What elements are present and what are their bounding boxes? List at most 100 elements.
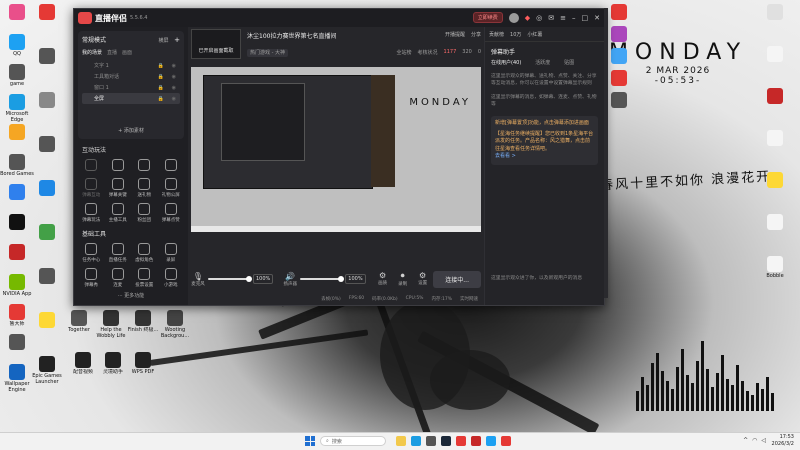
header-button[interactable]: 分享 bbox=[471, 31, 481, 38]
desktop-icon[interactable]: Wooting Backgrou... bbox=[158, 310, 192, 339]
desktop-icon[interactable] bbox=[30, 4, 64, 33]
header-button[interactable]: 开播提醒 bbox=[445, 31, 465, 38]
mic-volume-slider[interactable] bbox=[208, 276, 252, 282]
stream-stat[interactable]: 1177 bbox=[444, 49, 457, 56]
desktop-icon[interactable]: Epic Games Launcher bbox=[30, 356, 64, 385]
lock-icon[interactable]: 🔒 bbox=[158, 85, 164, 91]
desktop-icon[interactable] bbox=[0, 4, 34, 33]
minimize-icon[interactable]: – bbox=[572, 14, 576, 22]
stream-preview[interactable]: MONDAY bbox=[191, 67, 481, 232]
right-top-tab[interactable]: 10万 bbox=[510, 31, 521, 38]
desktop-icon[interactable] bbox=[0, 244, 34, 273]
control-settings[interactable]: ⚙ 设置 bbox=[416, 271, 430, 287]
desktop-icon[interactable]: game bbox=[0, 64, 34, 93]
eye-icon[interactable]: ◉ bbox=[172, 96, 176, 102]
scene-item[interactable]: 全屏 🔒 ◉ bbox=[82, 93, 180, 104]
desktop-icon[interactable] bbox=[30, 180, 64, 209]
connect-button[interactable]: 连接中... bbox=[433, 270, 481, 288]
tool-button[interactable] bbox=[131, 157, 158, 173]
stream-stat[interactable]: 考核状况 bbox=[418, 49, 438, 56]
volume-icon[interactable]: ◁ bbox=[761, 437, 766, 444]
tool-button[interactable]: 弹幕点赞 bbox=[158, 201, 185, 223]
stream-stat[interactable]: 320 bbox=[462, 49, 472, 56]
mic-percent[interactable]: 100% bbox=[253, 274, 274, 284]
control-quality[interactable]: ⚙ 画质 bbox=[376, 271, 390, 287]
tool-button[interactable] bbox=[78, 157, 105, 173]
mail-icon[interactable]: ✉ bbox=[548, 14, 554, 22]
right-top-tab[interactable]: 贡献榜 bbox=[489, 31, 504, 38]
close-icon[interactable]: ✕ bbox=[594, 14, 600, 22]
lock-icon[interactable]: 🔒 bbox=[158, 96, 164, 102]
desktop-icon[interactable] bbox=[758, 88, 792, 117]
qq-icon[interactable] bbox=[486, 436, 496, 446]
tool-button[interactable] bbox=[105, 157, 132, 173]
desktop-icon[interactable] bbox=[0, 334, 34, 363]
stream-title[interactable]: 沐尘100拉力赛世界第七名直播间 bbox=[247, 31, 336, 40]
tool-button[interactable]: 投票设置 bbox=[131, 266, 158, 288]
lock-icon[interactable]: 🔒 bbox=[158, 63, 164, 69]
tool-button[interactable]: 礼物公屏 bbox=[158, 176, 185, 198]
scene-item[interactable]: 文字 1 🔒 ◉ bbox=[82, 60, 180, 71]
desktop-icon[interactable] bbox=[30, 312, 64, 341]
desktop-icon[interactable]: Finish 终极... bbox=[126, 310, 160, 339]
scene-tab[interactable]: 直播 bbox=[107, 49, 117, 56]
desktop-icon[interactable]: Wallpaper Engine bbox=[0, 364, 34, 393]
tool-button[interactable]: 粉丝团 bbox=[131, 201, 158, 223]
file-explorer-icon[interactable] bbox=[396, 436, 406, 446]
eye-icon[interactable]: ◉ bbox=[172, 63, 176, 69]
mic-button[interactable]: 🎙 麦克风 bbox=[191, 272, 205, 287]
tool-button[interactable]: 弹幕关键 bbox=[105, 176, 132, 198]
tool-button[interactable]: 录屏 bbox=[158, 241, 185, 263]
wps-icon[interactable] bbox=[456, 436, 466, 446]
desktop-icon[interactable] bbox=[30, 268, 64, 297]
upgrade-button[interactable]: 立即续费 bbox=[472, 12, 503, 23]
speaker-button[interactable]: 🔊 扬声器 bbox=[283, 272, 298, 287]
desktop-icon[interactable]: 配音视频 bbox=[66, 352, 100, 381]
tool-button[interactable]: 任务中心 bbox=[78, 241, 105, 263]
desktop-icon[interactable] bbox=[0, 214, 34, 243]
speaker-slider-knob[interactable] bbox=[338, 276, 345, 282]
notice-link[interactable]: 去看看 > bbox=[495, 153, 594, 161]
desktop-icon[interactable]: WPS PDF bbox=[126, 352, 160, 381]
desktop-icon[interactable]: Together bbox=[62, 310, 96, 339]
gift-icon[interactable]: ◆ bbox=[525, 14, 530, 22]
desktop-icon[interactable]: Microsoft Edge bbox=[0, 94, 34, 123]
desktop-icon[interactable] bbox=[758, 46, 792, 75]
mic-slider-knob[interactable] bbox=[246, 276, 252, 282]
stream-cover[interactable]: 已开启画面截取 bbox=[191, 29, 241, 59]
scene-tab[interactable]: 我的场景 bbox=[82, 49, 102, 56]
steam-icon[interactable] bbox=[441, 436, 451, 446]
tool-button[interactable]: 主播工具 bbox=[105, 201, 132, 223]
desktop-icon[interactable] bbox=[30, 92, 64, 121]
edge-icon[interactable] bbox=[411, 436, 421, 446]
eye-icon[interactable]: ◉ bbox=[172, 85, 176, 91]
desktop-icon[interactable] bbox=[0, 184, 34, 213]
avatar[interactable] bbox=[508, 12, 519, 23]
eye-icon[interactable]: ◉ bbox=[172, 74, 176, 80]
desktop-icon[interactable]: NVIDIA App bbox=[0, 274, 34, 303]
stream-stat[interactable]: 全站榜 bbox=[397, 49, 412, 56]
scene-tab[interactable]: 画面 bbox=[122, 49, 132, 56]
wifi-icon[interactable]: ◠ bbox=[752, 437, 757, 444]
chevron-up-icon[interactable]: ^ bbox=[743, 437, 748, 444]
add-scene-button[interactable]: + bbox=[174, 36, 180, 44]
desktop-icon[interactable] bbox=[30, 136, 64, 165]
desktop-icon[interactable]: Bored Games bbox=[0, 154, 34, 183]
scene-item[interactable]: 窗口 1 🔒 ◉ bbox=[82, 82, 180, 93]
speaker-volume-slider[interactable] bbox=[300, 276, 345, 282]
desktop-icon[interactable] bbox=[758, 4, 792, 33]
tool-button[interactable]: 送礼物 bbox=[131, 176, 158, 198]
add-source-button[interactable]: + 添加素材 bbox=[78, 127, 184, 134]
lock-icon[interactable]: 🔒 bbox=[158, 74, 164, 80]
tool-button[interactable]: 小游戏 bbox=[158, 266, 185, 288]
menu-icon[interactable]: ≡ bbox=[560, 14, 566, 22]
danmaku-tab[interactable]: 贴图 bbox=[564, 59, 574, 66]
desktop-icon[interactable]: 鲁大师 bbox=[0, 304, 34, 333]
maximize-icon[interactable]: □ bbox=[582, 14, 589, 22]
start-button[interactable] bbox=[305, 436, 315, 446]
danmaku-tab[interactable]: 活跃度 bbox=[535, 59, 550, 66]
tool-button[interactable]: 弹幕互动 bbox=[78, 176, 105, 198]
desktop-icon[interactable] bbox=[0, 124, 34, 153]
desktop-icon[interactable] bbox=[30, 224, 64, 253]
orientation-toggle[interactable]: 横屏 + bbox=[159, 36, 180, 44]
